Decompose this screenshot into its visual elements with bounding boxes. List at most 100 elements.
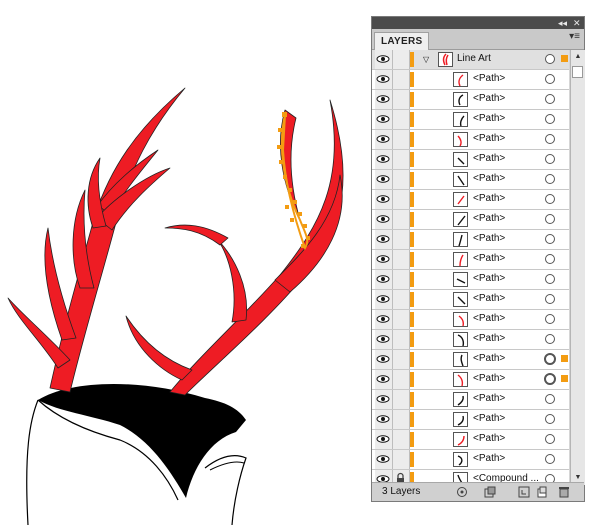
panel-titlebar[interactable]: ◂◂ ✕ (372, 17, 584, 29)
scroll-up-icon[interactable]: ▲ (573, 52, 583, 62)
lock-toggle[interactable] (393, 290, 410, 309)
sublayer-row[interactable]: <Path> (372, 290, 569, 310)
target-icon[interactable] (545, 254, 555, 264)
target-icon[interactable] (545, 114, 555, 124)
visibility-toggle[interactable] (375, 350, 393, 369)
visibility-toggle[interactable] (375, 450, 393, 469)
sublayer-row[interactable]: <Path> (372, 90, 569, 110)
lock-toggle[interactable] (393, 190, 410, 209)
target-icon[interactable] (545, 54, 555, 64)
visibility-toggle[interactable] (375, 70, 393, 89)
sublayer-row[interactable]: <Path> (372, 450, 569, 470)
lock-toggle[interactable] (393, 90, 410, 109)
target-icon[interactable] (545, 214, 555, 224)
sublayer-row[interactable]: <Path> (372, 410, 569, 430)
sublayer-row[interactable]: <Path> (372, 170, 569, 190)
visibility-toggle[interactable] (375, 150, 393, 169)
visibility-toggle[interactable] (375, 90, 393, 109)
sublayer-row[interactable]: <Path> (372, 350, 569, 370)
visibility-toggle[interactable] (375, 230, 393, 249)
lock-toggle[interactable] (393, 150, 410, 169)
sublayer-row[interactable]: <Path> (372, 150, 569, 170)
visibility-toggle[interactable] (375, 130, 393, 149)
lock-toggle[interactable] (393, 390, 410, 409)
lock-toggle[interactable] (393, 70, 410, 89)
scrollbar[interactable]: ▲ ▼ (570, 50, 585, 485)
target-icon[interactable] (544, 353, 556, 365)
sublayer-row[interactable]: <Path> (372, 330, 569, 350)
target-icon[interactable] (545, 314, 555, 324)
sublayer-row[interactable]: <Path> (372, 70, 569, 90)
new-layer-icon[interactable] (536, 486, 548, 498)
visibility-toggle[interactable] (375, 430, 393, 449)
target-icon[interactable] (545, 274, 555, 284)
lock-toggle[interactable] (393, 270, 410, 289)
sublayer-row[interactable]: <Path> (372, 270, 569, 290)
lock-toggle[interactable] (393, 250, 410, 269)
layer-row-line-art[interactable]: ▽ Line Art (372, 50, 569, 70)
sublayer-row[interactable]: <Path> (372, 210, 569, 230)
sublayer-row[interactable]: <Path> (372, 390, 569, 410)
lock-toggle[interactable] (393, 110, 410, 129)
visibility-toggle[interactable] (375, 170, 393, 189)
expand-toggle-icon[interactable]: ▽ (423, 55, 429, 64)
selection-indicator[interactable] (561, 355, 568, 362)
target-icon[interactable] (545, 74, 555, 84)
sublayer-row[interactable]: <Path> (372, 250, 569, 270)
scroll-thumb[interactable] (572, 66, 583, 78)
lock-toggle[interactable] (393, 170, 410, 189)
visibility-toggle[interactable] (375, 290, 393, 309)
lock-toggle[interactable] (393, 350, 410, 369)
visibility-toggle[interactable] (375, 190, 393, 209)
target-icon[interactable] (545, 174, 555, 184)
visibility-toggle[interactable] (375, 270, 393, 289)
collapse-icon[interactable]: ◂◂ (558, 17, 567, 29)
sublayer-row[interactable]: <Path> (372, 430, 569, 450)
selection-indicator[interactable] (561, 375, 568, 382)
trash-icon[interactable] (558, 486, 570, 498)
new-sublayer-icon[interactable] (518, 486, 530, 498)
target-icon[interactable] (545, 294, 555, 304)
target-icon[interactable] (545, 414, 555, 424)
panel-menu-icon[interactable]: ▾≡ (569, 31, 580, 42)
visibility-toggle[interactable] (375, 330, 393, 349)
visibility-toggle[interactable] (375, 390, 393, 409)
locate-object-icon[interactable] (456, 486, 468, 498)
target-icon[interactable] (545, 434, 555, 444)
close-icon[interactable]: ✕ (573, 17, 581, 29)
visibility-toggle[interactable] (375, 50, 393, 69)
selected-path-highlight[interactable] (277, 112, 310, 251)
target-icon[interactable] (545, 154, 555, 164)
lock-toggle[interactable] (393, 330, 410, 349)
sublayer-row[interactable]: <Path> (372, 230, 569, 250)
target-icon[interactable] (545, 394, 555, 404)
target-icon[interactable] (545, 134, 555, 144)
target-icon[interactable] (545, 234, 555, 244)
visibility-toggle[interactable] (375, 110, 393, 129)
lock-toggle[interactable] (393, 210, 410, 229)
lock-toggle[interactable] (393, 370, 410, 389)
visibility-toggle[interactable] (375, 310, 393, 329)
visibility-toggle[interactable] (375, 250, 393, 269)
sublayer-row[interactable]: <Path> (372, 130, 569, 150)
make-clipping-mask-icon[interactable] (484, 486, 496, 498)
lock-toggle[interactable] (393, 310, 410, 329)
sublayer-row[interactable]: <Path> (372, 310, 569, 330)
sublayer-row[interactable]: <Path> (372, 370, 569, 390)
target-icon[interactable] (545, 454, 555, 464)
visibility-toggle[interactable] (375, 210, 393, 229)
visibility-toggle[interactable] (375, 410, 393, 429)
lock-toggle[interactable] (393, 430, 410, 449)
target-icon[interactable] (545, 194, 555, 204)
selection-indicator[interactable] (561, 55, 568, 62)
lock-toggle[interactable] (393, 410, 410, 429)
target-icon[interactable] (544, 373, 556, 385)
target-icon[interactable] (545, 94, 555, 104)
sublayer-row[interactable]: <Path> (372, 110, 569, 130)
tab-layers[interactable]: LAYERS (374, 32, 430, 50)
lock-toggle[interactable] (393, 450, 410, 469)
lock-toggle[interactable] (393, 230, 410, 249)
sublayer-row[interactable]: <Path> (372, 190, 569, 210)
lock-toggle[interactable] (393, 130, 410, 149)
visibility-toggle[interactable] (375, 370, 393, 389)
